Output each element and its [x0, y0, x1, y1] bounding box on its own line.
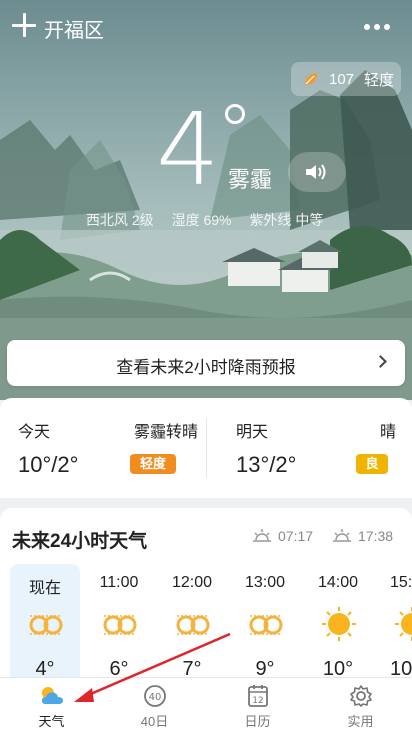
- rain-forecast-label: 查看未来2小时降雨预报: [116, 358, 296, 377]
- more-options-button[interactable]: [364, 24, 390, 32]
- bottom-tab-bar: 天气 40 40日 12 日历 实用: [0, 677, 412, 732]
- tab-utilities[interactable]: 实用: [309, 678, 412, 732]
- day-temperature: 10°/2°: [18, 452, 79, 477]
- gear-icon: [350, 685, 372, 707]
- sunset-value: 17:38: [358, 528, 394, 544]
- uv-value: 中等: [295, 212, 324, 228]
- hour-time: 12:00: [171, 574, 213, 591]
- hour-temperature: 7°: [182, 658, 202, 678]
- hour-temperature: 4°: [35, 658, 55, 678]
- hour-temperature: 10: [390, 658, 412, 678]
- hour-item[interactable]: 14:00 10°: [303, 564, 373, 678]
- rain-forecast-card[interactable]: 查看未来2小时降雨预报: [7, 340, 405, 386]
- hour-item[interactable]: 12:00 7°: [157, 564, 227, 678]
- day-condition: 晴: [379, 424, 396, 441]
- haze-icon: [29, 615, 63, 635]
- leaf-icon: [305, 73, 317, 85]
- tab-label: 天气: [38, 714, 65, 729]
- hour-time: 11:00: [99, 574, 139, 591]
- tab-label: 40日: [140, 714, 169, 729]
- city-name[interactable]: 开福区: [44, 14, 104, 43]
- degree-symbol: [225, 104, 245, 124]
- hour-item[interactable]: 11:00 6°: [84, 564, 154, 678]
- weather-icon: [42, 687, 63, 704]
- air-quality-badge[interactable]: 107 轻度: [291, 62, 401, 96]
- voice-broadcast-button[interactable]: [288, 152, 346, 192]
- day-condition: 雾霾转晴: [133, 424, 198, 441]
- calendar-day-text: 12: [252, 696, 263, 706]
- tomorrow-forecast[interactable]: 明天 晴 13°/2° 良: [236, 398, 396, 498]
- calendar-icon: 12: [248, 685, 268, 707]
- dot-icon: [364, 24, 370, 30]
- hour-item-now[interactable]: 现在 4°: [10, 564, 80, 678]
- hour-temperature: 10°: [322, 658, 354, 678]
- hour-time: 14:00: [317, 574, 359, 591]
- haze-icon: [176, 615, 210, 635]
- hour-time: 15:: [390, 574, 412, 591]
- hour-item[interactable]: 13:00 9°: [230, 564, 300, 678]
- hourly-title: 未来24小时天气: [12, 531, 148, 552]
- hourly-forecast-card: 未来24小时天气 07:17 17:38 现在 4° 11:00 6° 12:0…: [0, 508, 412, 678]
- top-bar: 开福区: [0, 0, 412, 52]
- sunrise-icon: [253, 529, 271, 542]
- hour-item[interactable]: 15: 10: [376, 564, 412, 678]
- current-temperature: 4: [156, 91, 220, 208]
- haze-icon: [103, 615, 137, 635]
- tab-calendar[interactable]: 12 日历: [206, 678, 309, 732]
- current-condition: 雾霾: [228, 167, 273, 192]
- aqi-level: 轻度: [364, 71, 395, 89]
- hour-temperature: 6°: [109, 658, 129, 678]
- forty-badge-text: 40: [149, 692, 162, 703]
- uv-label: 紫外线: [249, 212, 292, 228]
- dot-icon: [374, 24, 380, 30]
- hour-temperature: 9°: [255, 658, 275, 678]
- aqi-value: 107: [329, 70, 355, 88]
- today-forecast[interactable]: 今天 雾霾转晴 10°/2° 轻度: [18, 398, 198, 498]
- dot-icon: [384, 24, 390, 30]
- hour-time: 现在: [28, 580, 61, 597]
- tab-label: 日历: [244, 714, 271, 729]
- humidity-info: 湿度 69%: [171, 212, 232, 228]
- tab-weather[interactable]: 天气: [0, 678, 103, 732]
- hour-time: 13:00: [244, 574, 286, 591]
- day-name: 今天: [18, 424, 51, 441]
- air-quality-tag: 轻度: [130, 454, 176, 474]
- sunset-icon: [333, 529, 351, 542]
- speaker-icon: [306, 164, 326, 180]
- day-name: 明天: [236, 424, 269, 441]
- tab-label: 实用: [347, 714, 374, 729]
- wind-info: 西北风 2级: [86, 212, 154, 228]
- sunrise-time: 07:17: [252, 528, 313, 544]
- add-city-button[interactable]: [12, 12, 38, 38]
- sunset-time: 17:38: [332, 528, 393, 544]
- sun-icon: [395, 607, 412, 641]
- air-quality-tag: 良: [356, 454, 388, 474]
- haze-icon: [249, 615, 283, 635]
- sunrise-value: 07:17: [278, 528, 314, 544]
- day-temperature: 13°/2°: [236, 452, 297, 477]
- tab-40-day[interactable]: 40 40日: [103, 678, 206, 732]
- divider: [206, 418, 207, 478]
- forty-day-icon: 40: [144, 685, 166, 707]
- sun-icon: [322, 607, 356, 641]
- weather-details: 西北风 2级 湿度 69% 紫外线 中等: [86, 210, 337, 230]
